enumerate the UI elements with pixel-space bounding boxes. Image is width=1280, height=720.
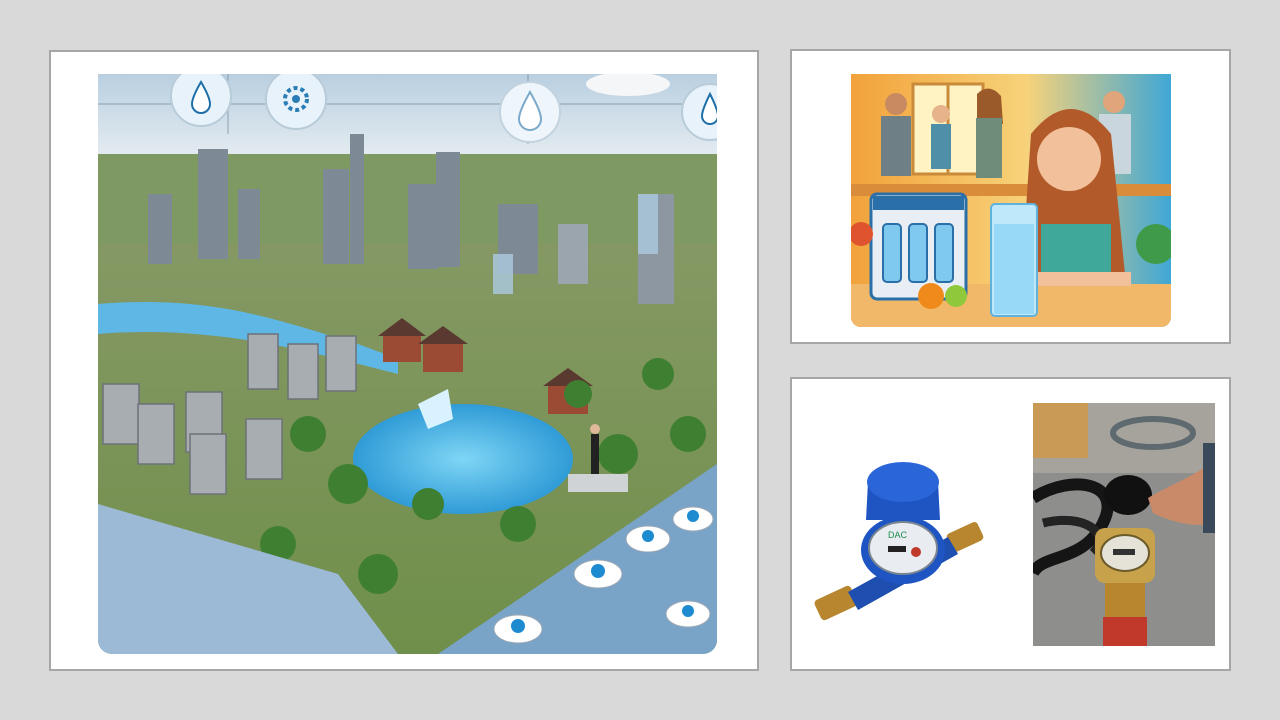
water-drop-icon <box>170 74 232 127</box>
water-drop-icon <box>499 81 561 143</box>
blue-water-meter-photo: DAC <box>808 442 986 642</box>
bottom-right-image-panel: DAC <box>790 377 1231 671</box>
left-image-panel <box>49 50 759 671</box>
top-right-image-panel <box>790 49 1231 344</box>
kitchen-water-filter-illustration <box>851 74 1171 327</box>
smart-water-city-illustration <box>98 74 717 654</box>
gear-icon <box>265 74 327 130</box>
meter-brand-text: DAC <box>888 530 908 540</box>
meter-installation-photo <box>1033 403 1215 646</box>
